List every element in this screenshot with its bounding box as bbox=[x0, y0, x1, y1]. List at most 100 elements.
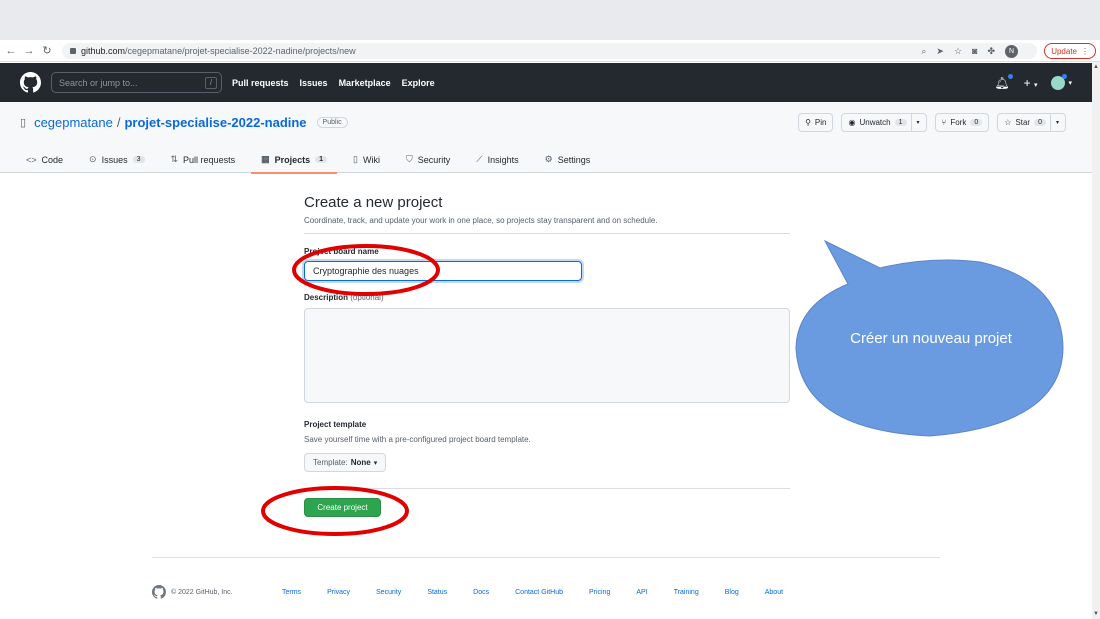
footer-link-training[interactable]: Training bbox=[674, 589, 699, 596]
header-right: 🔔︎ + ▾ ▾ bbox=[994, 63, 1072, 102]
notifications-bell-icon[interactable]: 🔔︎ bbox=[994, 73, 1013, 90]
nav-pull-requests[interactable]: Pull requests bbox=[232, 78, 289, 88]
chevron-down-icon: ▾ bbox=[373, 459, 378, 467]
github-logo-icon[interactable] bbox=[20, 72, 41, 93]
create-project-button[interactable]: Create project bbox=[304, 498, 381, 517]
tab-label: Code bbox=[41, 154, 64, 165]
optional-hint: (optional) bbox=[350, 293, 384, 302]
template-select[interactable]: Template: None ▾ bbox=[304, 453, 387, 472]
repo-name-link[interactable]: projet-specialise-2022-nadine bbox=[124, 115, 306, 130]
tab-settings[interactable]: ⚙ Settings bbox=[541, 146, 595, 173]
tab-count: 3 bbox=[132, 156, 145, 163]
gear-icon: ⚙ bbox=[544, 154, 553, 164]
tab-code[interactable]: <> Code bbox=[22, 146, 67, 173]
fork-count: 0 bbox=[970, 119, 983, 126]
user-avatar bbox=[1051, 73, 1068, 90]
footer-link-privacy[interactable]: Privacy bbox=[327, 589, 350, 596]
repo-owner-link[interactable]: cegepmatane bbox=[34, 115, 113, 130]
tab-label: Insights bbox=[487, 154, 519, 165]
tab-label: Settings bbox=[557, 154, 591, 165]
tab-security[interactable]: ⛉ Security bbox=[402, 146, 454, 173]
repo-icon: ▯ bbox=[20, 117, 27, 129]
footer-copyright: © 2022 GitHub, Inc. bbox=[152, 585, 282, 599]
bookmark-star-icon[interactable]: ☆ bbox=[954, 46, 962, 57]
url-host: github.com bbox=[81, 46, 126, 56]
pin-label: Pin bbox=[814, 118, 827, 127]
tab-label: Projects bbox=[274, 154, 311, 165]
profile-avatar[interactable]: N bbox=[1005, 44, 1018, 58]
repo-separator: / bbox=[116, 115, 121, 130]
visibility-badge: Public bbox=[316, 117, 348, 128]
page-scrollbar[interactable]: ▲ ▼ bbox=[1092, 62, 1100, 619]
star-button[interactable]: ☆ Star 0 ▾ bbox=[997, 113, 1066, 132]
template-value: None bbox=[350, 458, 371, 467]
more-vert-icon: ⋮ bbox=[1081, 46, 1089, 56]
project-icon: ▦ bbox=[261, 154, 270, 164]
address-bar[interactable]: github.com/cegepmatane/projet-specialise… bbox=[62, 43, 1037, 59]
forward-icon[interactable]: → bbox=[22, 45, 36, 57]
scroll-up-icon[interactable]: ▲ bbox=[1093, 64, 1099, 70]
footer: © 2022 GitHub, Inc. Terms Privacy Securi… bbox=[152, 584, 940, 600]
extensions-puzzle-icon[interactable]: ✤ bbox=[987, 46, 995, 57]
footer-link-about[interactable]: About bbox=[765, 589, 783, 596]
nav-marketplace[interactable]: Marketplace bbox=[339, 78, 391, 88]
tab-projects[interactable]: ▦ Projects 1 bbox=[251, 146, 337, 174]
update-label: Update bbox=[1051, 46, 1077, 56]
zoom-icon[interactable]: ⌕ bbox=[921, 46, 926, 57]
footer-link-terms[interactable]: Terms bbox=[282, 589, 301, 596]
tab-count: 1 bbox=[315, 156, 328, 163]
repo-actions: ⚲ Pin ◉ Unwatch 1 ▾ ⑂ Fork 0 ☆ Star 0 ▾ bbox=[798, 113, 1066, 132]
footer-link-contact[interactable]: Contact GitHub bbox=[515, 589, 563, 596]
nav-issues[interactable]: Issues bbox=[300, 78, 328, 88]
tab-issues[interactable]: ⊙ Issues 3 bbox=[85, 146, 148, 173]
browser-toolbar: ← → ↻ github.com/cegepmatane/projet-spec… bbox=[0, 40, 1100, 62]
pin-button[interactable]: ⚲ Pin bbox=[798, 113, 834, 132]
search-placeholder: Search or jump to... bbox=[59, 77, 138, 88]
tab-label: Pull requests bbox=[183, 154, 236, 165]
create-new-plus-icon[interactable]: + ▾ bbox=[1024, 76, 1038, 90]
divider bbox=[304, 488, 790, 489]
unwatch-button[interactable]: ◉ Unwatch 1 ▾ bbox=[841, 113, 927, 132]
tab-wiki[interactable]: ▯ Wiki bbox=[349, 146, 384, 173]
project-name-label: Project board name bbox=[304, 247, 379, 256]
repo-title: ▯ cegepmatane / projet-specialise-2022-n… bbox=[20, 115, 348, 130]
reload-icon[interactable]: ↻ bbox=[40, 44, 54, 57]
status-dot bbox=[1062, 73, 1068, 79]
user-menu[interactable]: ▾ bbox=[1051, 73, 1072, 90]
nav-explore[interactable]: Explore bbox=[402, 78, 435, 88]
back-icon[interactable]: ← bbox=[4, 45, 18, 57]
search-input[interactable]: Search or jump to... / bbox=[51, 72, 222, 93]
camera-icon[interactable]: ◙ bbox=[972, 46, 977, 56]
footer-link-blog[interactable]: Blog bbox=[725, 589, 739, 596]
description-label-text: Description bbox=[304, 293, 349, 302]
footer-link-security[interactable]: Security bbox=[376, 589, 401, 596]
footer-link-status[interactable]: Status bbox=[427, 589, 447, 596]
star-label: Star bbox=[1015, 118, 1031, 127]
repo-tabs: <> Code ⊙ Issues 3 ⇅ Pull requests ▦ Projects… bbox=[22, 146, 595, 174]
code-icon: <> bbox=[26, 154, 37, 165]
tab-insights[interactable]: ⟋ Insights bbox=[472, 146, 522, 173]
template-label: Project template bbox=[304, 420, 367, 429]
pull-request-icon: ⇅ bbox=[170, 154, 179, 164]
browser-extension-icons: ⌕ ➤ ☆ ◙ ✤ N bbox=[921, 43, 1018, 59]
new-project-form: Create a new project Coordinate, track, … bbox=[304, 194, 790, 517]
shield-icon: ⛉ bbox=[405, 154, 413, 164]
footer-link-api[interactable]: API bbox=[636, 589, 647, 596]
browser-update-button[interactable]: Update ⋮ bbox=[1044, 43, 1096, 59]
chevron-down-icon[interactable]: ▾ bbox=[1049, 113, 1059, 132]
description-textarea[interactable] bbox=[304, 308, 790, 403]
tab-pull-requests[interactable]: ⇅ Pull requests bbox=[167, 146, 240, 173]
footer-link-docs[interactable]: Docs bbox=[473, 589, 489, 596]
footer-links: Terms Privacy Security Status Docs Conta… bbox=[282, 589, 809, 596]
unread-dot bbox=[1007, 73, 1013, 79]
fork-icon: ⑂ bbox=[941, 118, 947, 127]
issue-icon: ⊙ bbox=[89, 154, 97, 164]
book-icon: ▯ bbox=[353, 154, 358, 164]
footer-divider bbox=[152, 557, 940, 558]
project-name-input[interactable]: Cryptographie des nuages bbox=[304, 261, 582, 281]
scroll-down-icon[interactable]: ▼ bbox=[1093, 611, 1099, 617]
send-icon[interactable]: ➤ bbox=[936, 46, 944, 57]
github-mark-icon[interactable] bbox=[152, 585, 166, 599]
fork-button[interactable]: ⑂ Fork 0 bbox=[934, 113, 990, 132]
footer-link-pricing[interactable]: Pricing bbox=[589, 589, 610, 596]
